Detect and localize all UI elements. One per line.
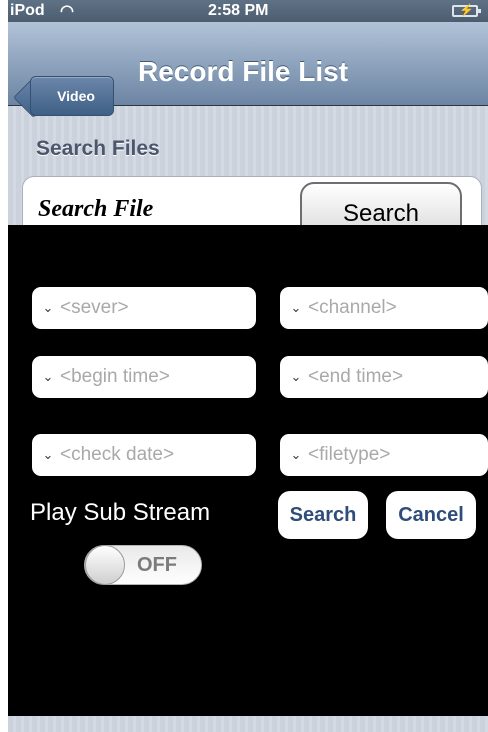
chevron-down-icon: ⌄: [42, 369, 54, 384]
end-time-select-value: <end time>: [308, 366, 404, 387]
chevron-down-icon: ⌄: [290, 447, 302, 462]
play-sub-stream-label: Play Sub Stream: [30, 499, 211, 526]
section-header: Search Files: [36, 137, 160, 160]
chevron-down-icon: ⌄: [290, 369, 302, 384]
toggle-state-label: OFF: [137, 554, 177, 576]
chevron-down-icon: ⌄: [290, 300, 302, 315]
sub-stream-toggle[interactable]: OFF: [84, 545, 202, 585]
chevron-down-icon: ⌄: [42, 447, 54, 462]
filetype-select[interactable]: ⌄ <filetype>: [280, 434, 488, 476]
wifi-icon: ◠: [60, 3, 74, 20]
battery-charging-icon: ⚡: [452, 3, 481, 17]
page-title: Record File List: [138, 56, 349, 87]
chevron-down-icon: ⌄: [42, 300, 54, 315]
check-date-select[interactable]: ⌄ <check date>: [32, 434, 256, 476]
channel-select-value: <channel>: [308, 297, 397, 318]
cancel-button[interactable]: Cancel: [386, 491, 476, 539]
channel-select[interactable]: ⌄ <channel>: [280, 287, 488, 329]
back-button-label: Video: [57, 88, 95, 104]
status-time: 2:58 PM: [208, 2, 269, 19]
search-button[interactable]: Search: [278, 491, 368, 539]
search-file-label: Search File: [38, 196, 154, 222]
filetype-select-value: <filetype>: [308, 444, 391, 465]
begin-time-select-value: <begin time>: [60, 366, 170, 387]
back-button[interactable]: Video: [30, 76, 114, 116]
server-select-value: <sever>: [60, 297, 129, 318]
status-bar: iPod ◠ 2:58 PM ⚡: [8, 0, 488, 22]
toggle-knob: [85, 545, 125, 585]
begin-time-select[interactable]: ⌄ <begin time>: [32, 356, 256, 398]
carrier-label: iPod: [10, 2, 45, 19]
navigation-bar: Video Record File List: [8, 22, 488, 116]
check-date-select-value: <check date>: [60, 444, 175, 465]
server-select[interactable]: ⌄ <sever>: [32, 287, 256, 329]
end-time-select[interactable]: ⌄ <end time>: [280, 356, 488, 398]
